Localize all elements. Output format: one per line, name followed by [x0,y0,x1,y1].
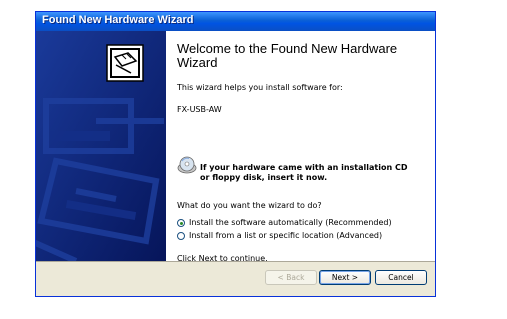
cd-instruction-line2: or floppy disk, insert it now. [200,173,328,182]
cd-instruction: If your hardware came with an installati… [200,163,430,183]
wizard-side-panel [36,31,166,261]
cd-icon [177,156,197,181]
question-text: What do you want the wizard to do? [177,201,322,210]
next-button[interactable]: Next > [319,270,371,285]
title-bar[interactable]: Found New Hardware Wizard [36,12,435,31]
intro-text: This wizard helps you install software f… [177,83,343,92]
hardware-card-icon [106,44,144,82]
cancel-button[interactable]: Cancel [375,270,427,285]
device-name: FX-USB-AW [177,105,222,114]
button-bar: < Back Next > Cancel [36,261,435,296]
back-button[interactable]: < Back [265,270,317,285]
radio-button[interactable] [177,218,185,227]
option-install-from-list[interactable]: Install from a list or specific location… [177,231,382,240]
option-label: Install from a list or specific location… [189,231,383,240]
cd-instruction-line1: If your hardware came with an installati… [200,163,408,172]
option-install-automatically[interactable]: Install the software automatically (Reco… [177,218,392,227]
side-panel-graphic [36,31,166,261]
radio-button[interactable] [177,231,185,240]
wizard-window: Found New Hardware Wizard Welcome to the… [35,11,436,297]
window-title: Found New Hardware Wizard [42,14,194,26]
wizard-content: Welcome to the Found New Hardware Wizard… [166,31,435,263]
wizard-heading: Welcome to the Found New Hardware Wizard [177,41,398,70]
option-label: Install the software automatically (Reco… [189,218,392,227]
